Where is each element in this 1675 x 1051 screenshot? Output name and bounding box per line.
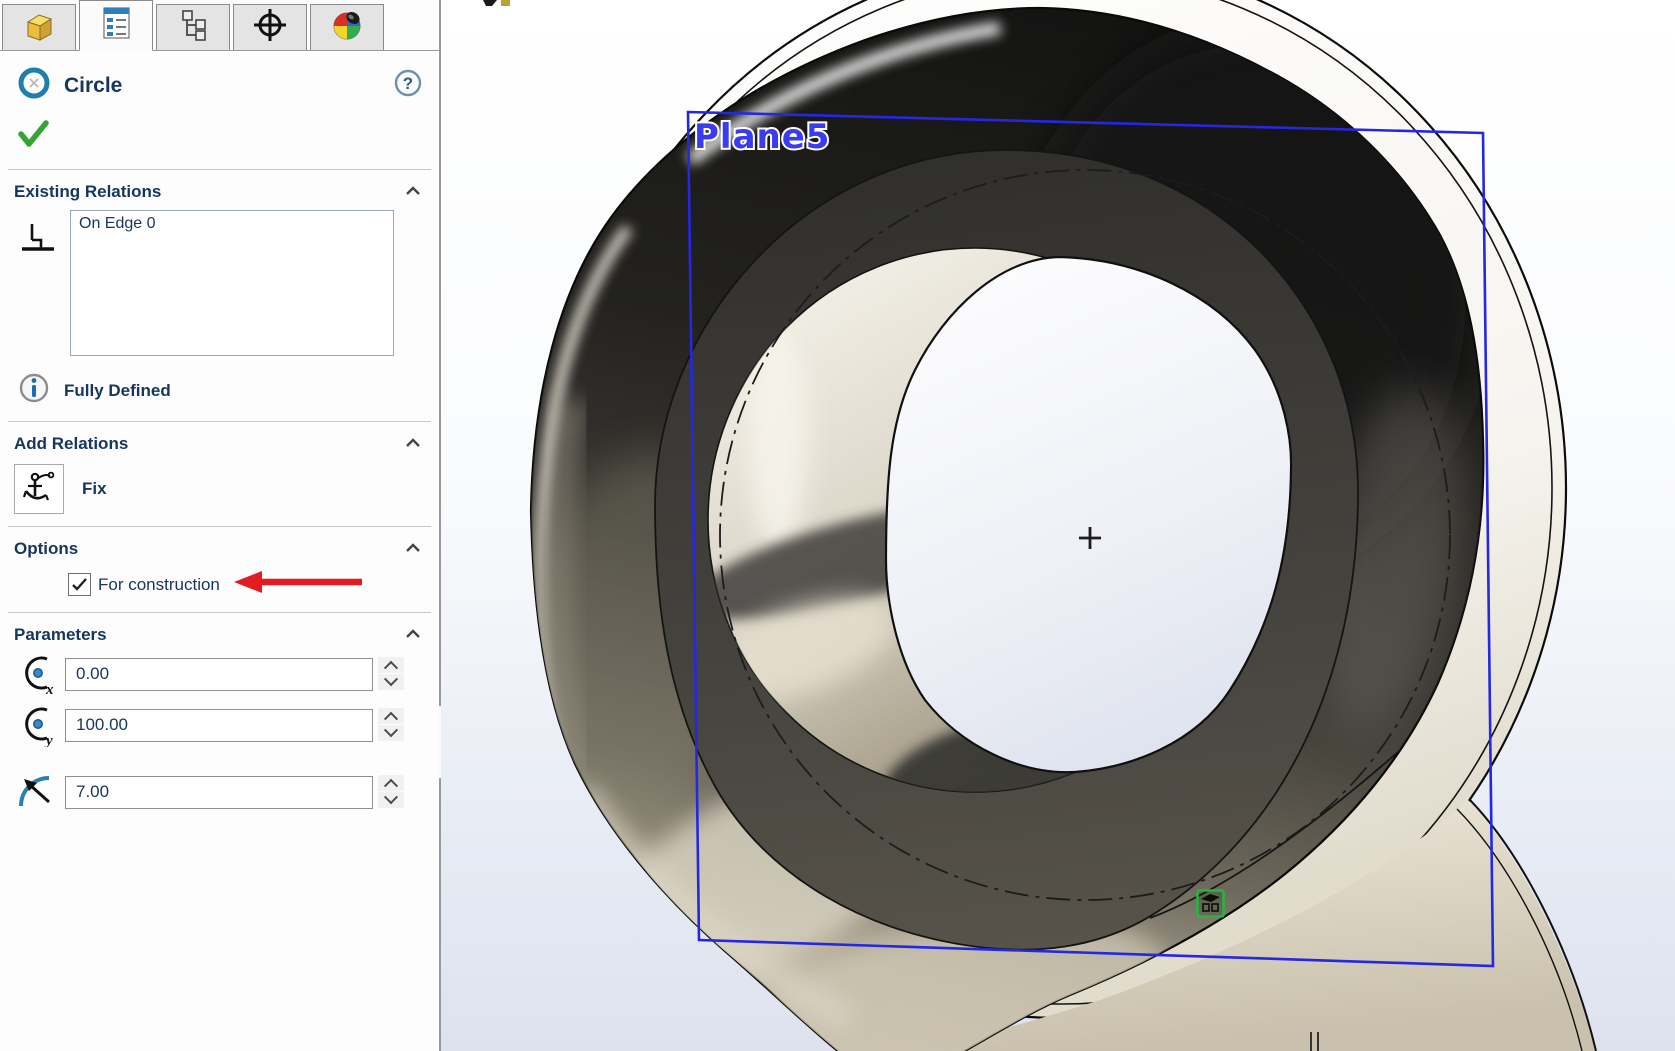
tool-header: Circle ? xyxy=(0,51,439,106)
tab-configuration-manager[interactable] xyxy=(156,4,230,50)
stepper-down-button[interactable] xyxy=(378,792,404,808)
center-x-coordinate-icon: x xyxy=(14,652,58,696)
property-manager-panel: Circle ? Existing Relations xyxy=(0,0,439,1051)
collapse-chevron-icon[interactable] xyxy=(405,435,421,453)
collapse-chevron-icon[interactable] xyxy=(405,540,421,558)
stepper-up-button[interactable] xyxy=(378,775,404,791)
stepper-up-button[interactable] xyxy=(378,657,404,673)
property-manager-icon xyxy=(97,3,135,48)
dimxpert-crosshair-icon xyxy=(250,5,290,50)
fix-label: Fix xyxy=(82,479,107,499)
definition-status: Fully Defined xyxy=(0,356,439,409)
page-title: Circle xyxy=(64,74,393,98)
existing-relations-header[interactable]: Existing Relations xyxy=(0,170,439,202)
tab-display-manager[interactable] xyxy=(310,4,384,50)
configuration-manager-icon xyxy=(174,5,212,50)
circle-tool-icon xyxy=(16,65,52,106)
accept-check-icon xyxy=(14,137,54,154)
parameters-header[interactable]: Parameters xyxy=(0,613,439,645)
center-y-input[interactable] xyxy=(65,709,373,742)
center-y-coordinate-icon: y xyxy=(14,703,58,747)
parameters-label: Parameters xyxy=(14,625,107,645)
center-x-input[interactable] xyxy=(65,658,373,691)
center-y-stepper xyxy=(378,708,404,742)
status-text: Fully Defined xyxy=(64,381,171,401)
plane-label: Plane5 xyxy=(694,117,830,157)
existing-relations-label: Existing Relations xyxy=(14,182,161,202)
relation-list-item[interactable]: On Edge 0 xyxy=(71,211,393,233)
center-x-stepper xyxy=(378,657,404,691)
radius-icon xyxy=(14,770,58,814)
options-label: Options xyxy=(14,539,78,559)
accept-button[interactable] xyxy=(0,106,439,157)
red-arrow-icon xyxy=(232,569,366,600)
radius-input[interactable] xyxy=(65,776,373,809)
stepper-down-button[interactable] xyxy=(378,674,404,690)
for-construction-label: For construction xyxy=(98,575,220,595)
display-manager-sphere-icon xyxy=(327,5,367,50)
add-relations-label: Add Relations xyxy=(14,434,128,454)
information-icon xyxy=(18,372,50,409)
tab-dimxpert-manager[interactable] xyxy=(233,4,307,50)
help-icon[interactable]: ? xyxy=(393,68,423,103)
subscript-glyph: y xyxy=(44,733,53,747)
solidworks-window: Circle ? Existing Relations xyxy=(0,0,1675,1051)
help-glyph: ? xyxy=(403,74,413,93)
subscript-glyph: x xyxy=(45,682,54,696)
fix-relation-button[interactable] xyxy=(14,464,64,514)
tab-feature-manager[interactable] xyxy=(2,4,76,50)
radius-stepper xyxy=(378,775,404,809)
anchor-fix-icon xyxy=(19,466,59,513)
part-icon xyxy=(20,5,58,50)
model-view: Plane5 xyxy=(441,0,1675,1051)
relations-listbox[interactable]: On Edge 0 xyxy=(70,210,394,356)
for-construction-checkbox[interactable] xyxy=(68,573,91,596)
add-relations-header[interactable]: Add Relations xyxy=(0,422,439,454)
tab-property-manager[interactable] xyxy=(79,0,153,51)
stepper-up-button[interactable] xyxy=(378,708,404,724)
on-surface-relation-badge-icon[interactable] xyxy=(1198,891,1224,917)
graphics-viewport[interactable]: Plane5 xyxy=(441,0,1675,1051)
collapse-chevron-icon[interactable] xyxy=(405,183,421,201)
options-header[interactable]: Options xyxy=(0,527,439,559)
on-edge-relation-icon xyxy=(18,210,58,267)
manager-tab-bar xyxy=(0,0,439,51)
collapse-chevron-icon[interactable] xyxy=(405,626,421,644)
stepper-down-button[interactable] xyxy=(378,725,404,741)
